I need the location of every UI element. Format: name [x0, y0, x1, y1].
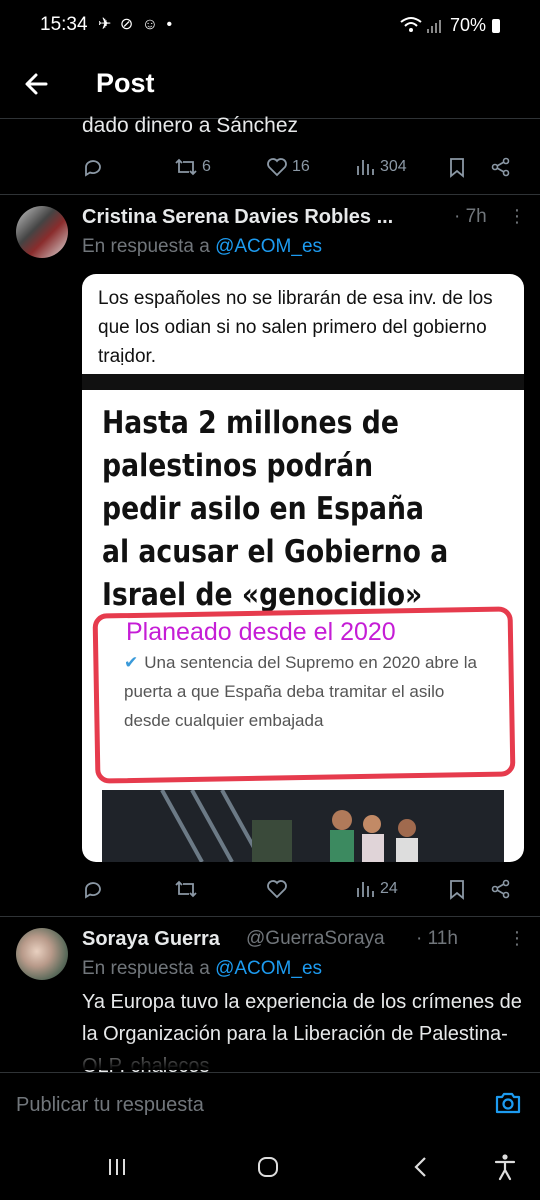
views-button[interactable]: 304 [354, 156, 407, 178]
reply-handle-link[interactable]: @ACOM_es [215, 236, 322, 257]
more-options-icon[interactable]: ⋮ [508, 206, 526, 227]
handwritten-annotation: Planeado desde el 2020 [126, 618, 396, 646]
share-button[interactable] [490, 878, 516, 900]
home-icon[interactable] [256, 1155, 280, 1184]
more-options-icon[interactable]: ⋮ [508, 928, 526, 949]
recent-apps-icon[interactable] [106, 1156, 128, 1183]
page-title: Post [96, 68, 155, 98]
reply-icon [85, 160, 101, 177]
reply-handle-link[interactable]: @ACOM_es [215, 958, 322, 979]
views-button[interactable]: 24 [354, 878, 398, 900]
divider [0, 916, 540, 917]
author-handle[interactable]: @GuerraSoraya [246, 928, 385, 950]
reply-button[interactable] [82, 156, 108, 178]
prev-post-actions: 6 16 304 [82, 156, 522, 184]
like-count: 16 [292, 158, 310, 175]
status-time: 15:34 [40, 14, 88, 35]
reply-button[interactable] [82, 878, 108, 900]
bookmark-button[interactable] [446, 878, 472, 900]
notification-icons: ✈ ⊘ ☺ • [98, 16, 175, 33]
reply-input[interactable]: Publicar tu respuesta [16, 1094, 204, 1117]
article-photo [102, 789, 504, 862]
share-button[interactable] [490, 156, 516, 178]
retweet-icon [175, 158, 197, 176]
heart-icon [267, 158, 287, 177]
reply-icon [85, 882, 101, 899]
view-count: 304 [380, 158, 407, 175]
reply1-actions: 24 [82, 878, 522, 906]
bookmark-button[interactable] [446, 156, 472, 178]
image-dark-band [82, 374, 524, 390]
author-name[interactable]: Cristina Serena Davies Robles ... [82, 206, 393, 229]
bookmark-icon [450, 880, 464, 900]
retweet-button[interactable]: 6 [174, 156, 211, 178]
replying-to: En respuesta a @ACOM_es [82, 236, 322, 258]
battery-level: 70% [450, 15, 487, 35]
views-icon [357, 882, 374, 897]
camera-icon[interactable] [494, 1090, 522, 1116]
article-subhead: ✔ Una sentencia del Supremo en 2020 abre … [124, 648, 484, 735]
avatar[interactable] [16, 206, 68, 258]
divider [0, 194, 540, 195]
share-icon [491, 157, 510, 177]
view-count: 24 [380, 880, 398, 897]
reply-prefix: En respuesta a [82, 236, 216, 257]
bookmark-icon [450, 158, 464, 178]
prev-post-text: dado dinero a Sánchez [82, 114, 298, 137]
battery-icon [492, 19, 500, 33]
article-headline: Hasta 2 millones de palestinos podrán pe… [102, 405, 449, 613]
retweet-button[interactable] [174, 878, 202, 900]
like-button[interactable]: 16 [266, 156, 310, 178]
like-button[interactable] [266, 878, 292, 900]
replying-to: En respuesta a @ACOM_es [82, 958, 322, 980]
retweet-count: 6 [202, 158, 211, 175]
signal-icon [426, 18, 442, 39]
post-time[interactable]: · 11h [416, 928, 458, 950]
retweet-icon [175, 880, 197, 898]
nav-back-icon[interactable] [410, 1155, 432, 1184]
post-time[interactable]: · 7h [454, 206, 487, 228]
post-header [0, 56, 540, 119]
share-icon [491, 879, 510, 899]
subhead-text: Una sentencia del Supremo en 2020 abre l… [124, 653, 477, 730]
scroll-fade [0, 1040, 540, 1070]
author-name[interactable]: Soraya Guerra [82, 928, 220, 951]
post-media-image[interactable]: Los españoles no se librarán de esa inv.… [82, 274, 524, 862]
image-caption-text: Los españoles no se librarán de esa inv.… [98, 288, 493, 367]
views-icon [357, 160, 374, 175]
avatar[interactable] [16, 928, 68, 980]
wifi-icon [400, 16, 422, 39]
reply-prefix: En respuesta a [82, 958, 216, 979]
back-arrow-icon[interactable] [22, 70, 54, 98]
heart-icon [267, 880, 287, 899]
accessibility-icon[interactable] [492, 1153, 518, 1186]
check-icon: ✔ [124, 653, 139, 672]
